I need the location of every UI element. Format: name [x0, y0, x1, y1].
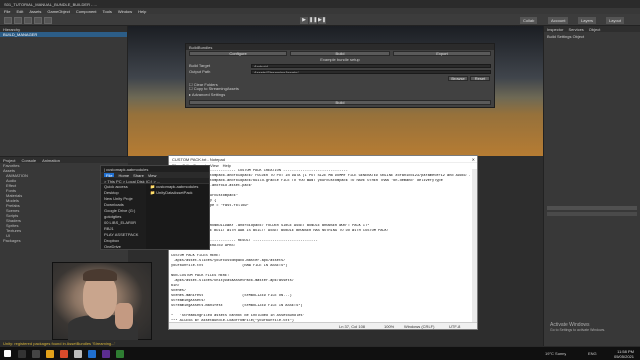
scale-tool-icon[interactable] [34, 17, 42, 24]
menu-assets[interactable]: Assets [29, 9, 41, 14]
pause-icon[interactable]: ❚❚ [309, 17, 317, 24]
build-tab-button[interactable]: Build [290, 51, 390, 56]
notepad-window: CUSTOM PACK.txt - Notepad ✕ File Edit Fo… [168, 155, 478, 330]
move-tool-icon[interactable] [14, 17, 22, 24]
hierarchy-panel: Hierarchy BUILD_MANAGER [0, 26, 128, 156]
explorer-file-list: 📁 customapk.aabmodules 📁 UnityDataAssetP… [147, 184, 209, 249]
menu-window[interactable]: Window [118, 9, 132, 14]
windows-taskbar: 19°C Sunny ENG 11:58 PM 05/05/2021 [0, 346, 640, 360]
unity-icon[interactable] [74, 350, 82, 358]
windows-start-icon[interactable] [4, 350, 11, 357]
tab-console[interactable]: Console [21, 158, 36, 163]
menu-edit[interactable]: Edit [16, 9, 23, 14]
inspector-title: Build Settings Object [547, 34, 585, 39]
build-target-label: Build Target [189, 63, 211, 68]
nav-item[interactable]: OneDrive [101, 244, 146, 250]
menu-component[interactable]: Component [76, 9, 97, 14]
activate-windows-watermark: Activate Windows Go to Settings to activ… [550, 322, 605, 332]
ribbon-view[interactable]: View [148, 173, 157, 178]
reset-button[interactable]: Reset [470, 76, 490, 81]
build-button[interactable]: Build [189, 100, 491, 105]
notepad-icon[interactable] [88, 350, 96, 358]
webcam-hair [83, 269, 117, 281]
close-icon[interactable]: ✕ [472, 157, 475, 162]
tab-object[interactable]: Object [589, 27, 601, 32]
ribbon-file[interactable]: File [104, 173, 115, 178]
activate-line2: Go to Settings to activate Windows. [550, 328, 606, 332]
inspector-row [547, 212, 637, 216]
ribbon-home[interactable]: Home [118, 173, 129, 178]
clock[interactable]: 11:58 PM 05/05/2021 [614, 349, 634, 359]
browser-icon[interactable] [60, 350, 68, 358]
app-icon[interactable] [116, 350, 124, 358]
configure-button[interactable]: Configure [189, 51, 287, 56]
file-name: UnityDataAssetPack [156, 190, 193, 195]
notepad-text-area[interactable]: ------------------------------ CUSTOM PA… [171, 169, 471, 329]
inspector-divider [547, 206, 637, 210]
task-view-icon[interactable] [32, 350, 40, 358]
visual-studio-icon[interactable] [102, 350, 110, 358]
play-controls: ▶ ❚❚ ▶❚ [300, 17, 326, 24]
build-window-title: BuildBundles [186, 44, 494, 50]
file-explorer-icon[interactable] [46, 350, 54, 358]
menu-gameobject[interactable]: GameObject [47, 9, 69, 14]
line-ending: Windows (CRLF) [404, 324, 435, 329]
hand-tool-icon[interactable] [4, 17, 12, 24]
notepad-status-bar: Ln 37, Col 108 100% Windows (CRLF) UTF-8 [169, 322, 477, 329]
ribbon-share[interactable]: Share [133, 173, 144, 178]
tab-project[interactable]: Project [3, 158, 15, 163]
explorer-nav-pane: Quick access Desktop New Unity Proje Dow… [101, 184, 146, 249]
build-bundles-window: BuildBundles Configure Build Export Exam… [185, 43, 495, 108]
rect-tool-icon[interactable] [44, 17, 52, 24]
copy-streaming-checkbox[interactable]: ☐ Copy to StreamingAssets [189, 86, 491, 91]
export-button[interactable]: Export [393, 51, 491, 56]
play-icon[interactable]: ▶ [300, 17, 308, 24]
notepad-title-bar: CUSTOM PACK.txt - Notepad [169, 156, 477, 163]
language-indicator[interactable]: ENG [588, 351, 597, 356]
tab-inspector[interactable]: Inspector [547, 27, 563, 32]
webcam-overlay [52, 262, 152, 341]
notepad-menu-help[interactable]: Help [223, 163, 231, 168]
step-icon[interactable]: ▶❚ [318, 17, 326, 24]
output-path-label: Output Path [189, 69, 211, 74]
menu-file[interactable]: File [4, 9, 10, 14]
clock-date: 05/05/2021 [613, 354, 634, 359]
hierarchy-item[interactable]: BUILD_MANAGER [0, 32, 127, 37]
unity-title-bar: S01_TUTORIAL_MANUAL_BUNDLE_BUILDER - ... [0, 0, 640, 8]
build-target-select[interactable]: Android [251, 64, 491, 68]
inspector-panel: Inspector Services Object Build Settings… [543, 26, 640, 360]
tab-animation[interactable]: Animation [42, 158, 60, 163]
rotate-tool-icon[interactable] [24, 17, 32, 24]
encoding: UTF-8 [449, 324, 461, 329]
file-row[interactable]: 📁 UnityDataAssetPack [147, 190, 209, 196]
copy-streaming-label: Copy to StreamingAssets [193, 86, 239, 91]
weather-indicator[interactable]: 19°C Sunny [545, 351, 566, 356]
tab-services[interactable]: Services [568, 27, 583, 32]
notepad-menu-view[interactable]: View [210, 163, 219, 168]
account-button[interactable]: Account [548, 17, 569, 24]
notepad-title: CUSTOM PACK.txt - Notepad [172, 157, 225, 162]
build-subheading: Example bundle setup [320, 57, 360, 62]
menu-tools[interactable]: Tools [103, 9, 112, 14]
webcam-hand [115, 303, 133, 329]
notepad-menu-bar: File Edit Format View Help [169, 163, 477, 168]
browse-button[interactable]: Browse [448, 76, 468, 81]
search-icon[interactable] [18, 350, 26, 358]
cursor-position: Ln 37, Col 108 [339, 324, 366, 329]
zoom-level: 100% [384, 324, 395, 329]
notepad-scrollbar[interactable] [472, 169, 477, 322]
output-path-field[interactable]: Assets/StreamingAssets/ [251, 70, 491, 74]
file-name: customapk.aabmodules [156, 184, 199, 189]
file-explorer-window: | customapk.aabmodules File Home Share V… [100, 165, 210, 250]
layers-button[interactable]: Layers [578, 17, 597, 24]
menu-help[interactable]: Help [138, 9, 146, 14]
collab-button[interactable]: Collab [520, 17, 538, 24]
advanced-settings-label: Advanced Settings [191, 92, 226, 97]
advanced-settings-foldout[interactable]: ▸ Advanced Settings [189, 92, 491, 97]
unity-window-title: S01_TUTORIAL_MANUAL_BUNDLE_BUILDER - ... [4, 2, 97, 7]
unity-toolbar: ▶ ❚❚ ▶❚ Collab Account Layers Layout [0, 14, 640, 26]
layout-button[interactable]: Layout [606, 17, 625, 24]
